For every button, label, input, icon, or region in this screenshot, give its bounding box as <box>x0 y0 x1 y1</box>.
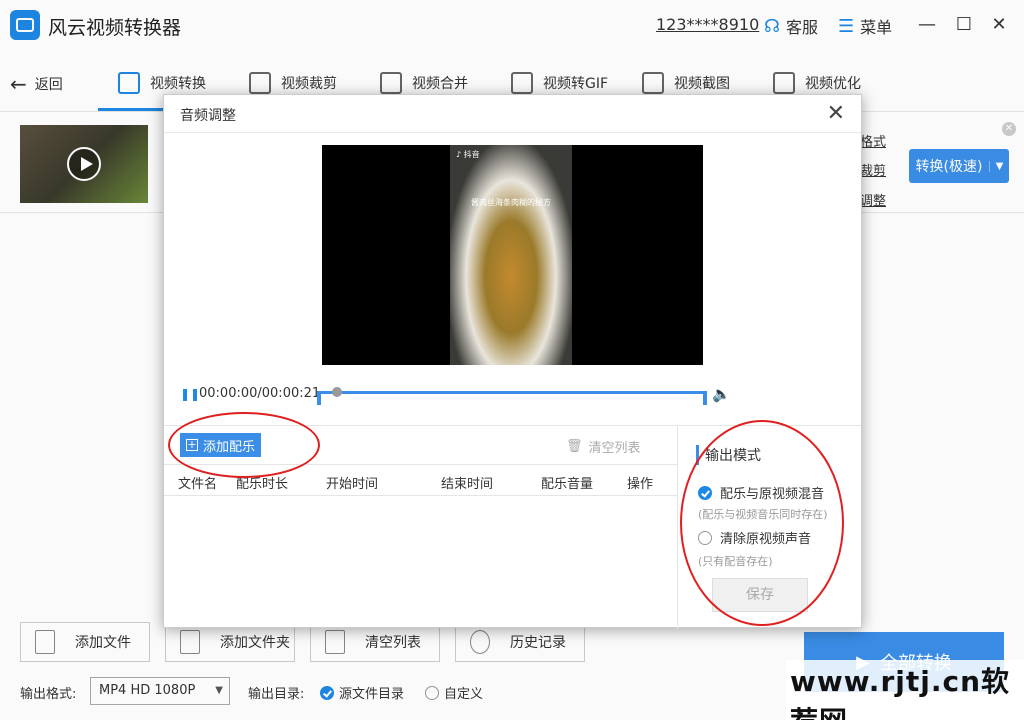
timeline-slider[interactable] <box>317 387 707 405</box>
trim-end-handle[interactable] <box>703 391 707 405</box>
tiktok-logo: ♪ 抖音 <box>456 150 480 159</box>
video-preview[interactable]: ♪ 抖音 酱肉丝海条肉糊的秘方 <box>322 145 703 365</box>
volume-icon[interactable]: 🔈 <box>712 385 731 403</box>
column-header: 结束时间 <box>441 477 494 492</box>
column-header: 配乐音量 <box>541 477 594 492</box>
annotation-circle <box>680 420 844 626</box>
playhead-knob[interactable] <box>332 387 342 397</box>
watermark: www.rjtj.cn软荐网 <box>786 660 1024 720</box>
clear-music-list-button[interactable]: 🗑 清空列表 <box>566 437 641 456</box>
dialog-title: 音频调整 <box>180 108 236 124</box>
video-caption: 酱肉丝海条肉糊的秘方 <box>471 198 551 207</box>
trim-start-handle[interactable] <box>317 391 321 405</box>
divider <box>677 425 678 629</box>
playback-time: 00:00:00/00:00:21 <box>199 386 321 401</box>
annotation-circle <box>168 412 320 478</box>
dialog-close-button[interactable]: ✕ <box>827 101 845 126</box>
video-frame: ♪ 抖音 酱肉丝海条肉糊的秘方 <box>450 145 572 365</box>
column-header: 开始时间 <box>326 477 379 492</box>
clear-music-list-label: 清空列表 <box>588 441 641 456</box>
pause-button[interactable]: ❚❚ <box>180 387 200 401</box>
dialog-header: 音频调整 ✕ <box>164 95 861 133</box>
column-header: 操作 <box>627 477 654 492</box>
column-header: 文件名 <box>178 477 218 492</box>
trash-icon: 🗑 <box>566 439 583 454</box>
